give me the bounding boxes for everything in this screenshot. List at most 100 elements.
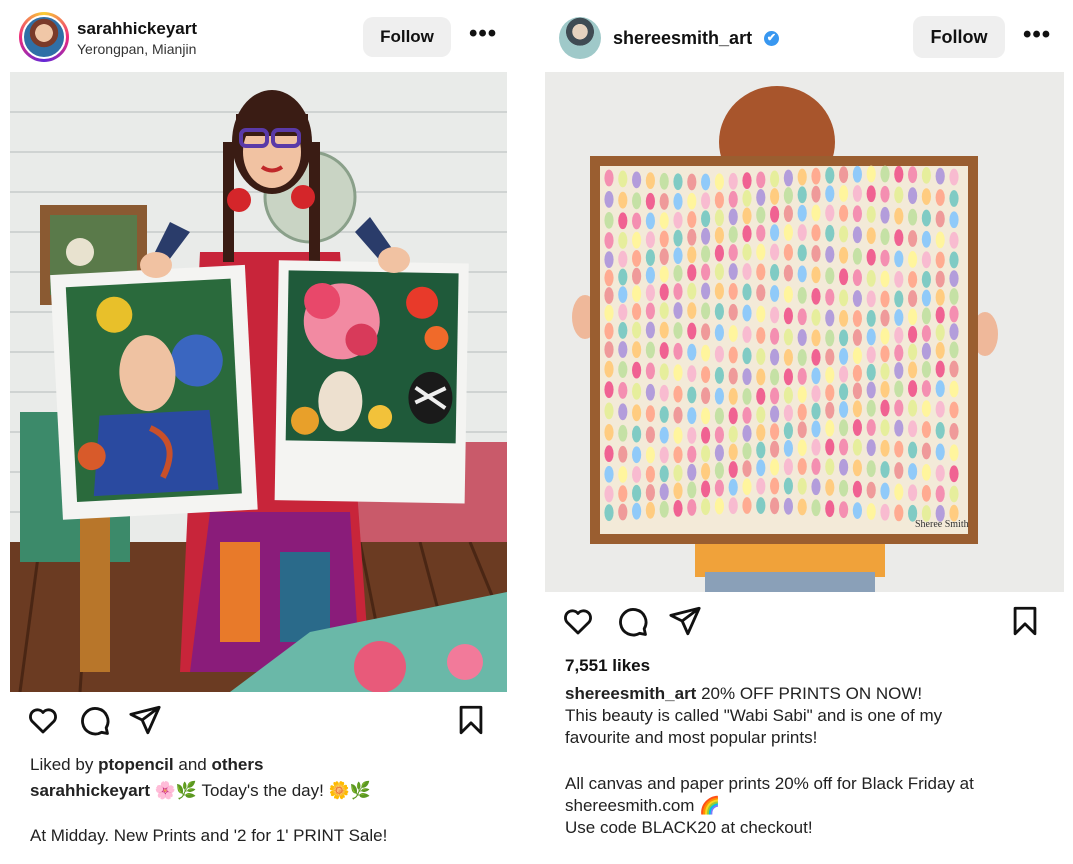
bookmark-icon[interactable] xyxy=(454,703,488,737)
paint-stroke xyxy=(852,502,862,520)
paint-stroke xyxy=(632,321,642,339)
paint-stroke xyxy=(742,207,752,225)
follow-button[interactable]: Follow xyxy=(363,17,451,57)
username[interactable]: shereesmith_art xyxy=(613,28,752,49)
like-heart-icon[interactable] xyxy=(26,703,60,737)
paint-stroke xyxy=(632,382,642,400)
paint-stroke xyxy=(714,324,724,342)
paint-stroke xyxy=(880,363,890,380)
paint-stroke xyxy=(618,485,628,503)
paint-stroke xyxy=(701,323,711,341)
paint-stroke xyxy=(839,401,849,418)
avatar[interactable] xyxy=(19,12,69,62)
paint-stroke xyxy=(687,386,697,404)
paint-stroke xyxy=(935,443,945,461)
paint-stroke xyxy=(604,287,614,304)
paint-stroke xyxy=(604,322,614,340)
paint-stroke xyxy=(673,247,683,265)
follow-button[interactable]: Follow xyxy=(913,16,1005,58)
paint-stroke xyxy=(908,326,918,343)
username[interactable]: sarahhickeyart xyxy=(77,19,197,39)
paint-stroke xyxy=(825,458,835,476)
paint-stroke xyxy=(742,478,752,496)
like-count[interactable]: 7,551 likes xyxy=(565,656,650,676)
paint-stroke xyxy=(673,264,683,282)
paint-stroke xyxy=(839,501,849,519)
paint-stroke xyxy=(604,304,614,322)
share-icon[interactable] xyxy=(128,703,162,737)
caption-username[interactable]: shereesmith_art xyxy=(565,684,696,703)
liked-by-others-link[interactable]: others xyxy=(211,755,263,774)
share-icon[interactable] xyxy=(668,604,702,638)
paint-stroke xyxy=(949,305,959,323)
paint-stroke xyxy=(728,226,738,243)
liked-by-prefix: Liked by xyxy=(30,755,94,774)
paint-stroke xyxy=(632,192,642,210)
paint-stroke xyxy=(728,190,738,208)
comment-icon[interactable] xyxy=(77,703,111,737)
caption: shereesmith_art 20% OFF PRINTS ON NOW! T… xyxy=(565,683,1045,839)
paint-stroke xyxy=(894,309,904,326)
paint-stroke xyxy=(894,462,904,479)
paint-stroke xyxy=(632,361,642,379)
paint-stroke xyxy=(880,165,890,183)
paint-stroke xyxy=(632,425,642,443)
post-photo[interactable] xyxy=(10,72,507,692)
more-options-icon[interactable]: ••• xyxy=(1023,23,1051,47)
paint-stroke xyxy=(839,458,849,476)
paint-stroke xyxy=(742,425,752,442)
paint-stroke xyxy=(894,290,904,308)
paint-stroke xyxy=(618,191,628,209)
more-options-icon[interactable]: ••• xyxy=(469,22,497,46)
paint-stroke xyxy=(811,287,821,305)
paint-stroke xyxy=(659,342,669,359)
paint-stroke xyxy=(852,400,862,418)
paint-stroke xyxy=(839,348,849,365)
paint-stroke xyxy=(880,270,890,288)
paint-stroke xyxy=(756,243,766,261)
paint-stroke xyxy=(866,185,876,203)
comment-icon[interactable] xyxy=(615,604,649,638)
paint-stroke xyxy=(880,461,890,478)
paint-stroke xyxy=(728,172,738,190)
paint-stroke xyxy=(783,497,793,515)
paint-stroke xyxy=(825,288,835,306)
paint-stroke xyxy=(645,192,655,210)
paint-stroke xyxy=(866,399,876,417)
caption-line-4: All canvas and paper prints 20% off for … xyxy=(565,774,974,793)
paint-stroke xyxy=(935,342,945,359)
location[interactable]: Yerongpan, Mianjin xyxy=(77,41,196,57)
paint-stroke xyxy=(797,204,807,222)
paint-stroke xyxy=(825,245,835,263)
paint-stroke xyxy=(645,212,655,230)
paint-stroke xyxy=(714,407,724,425)
paint-stroke xyxy=(770,327,780,345)
paint-stroke xyxy=(908,251,918,268)
paint-stroke xyxy=(770,497,780,515)
paint-stroke xyxy=(894,270,904,288)
paint-stroke xyxy=(866,206,876,223)
paint-stroke xyxy=(839,329,849,347)
bookmark-icon[interactable] xyxy=(1008,604,1042,638)
paint-stroke xyxy=(797,403,807,421)
avatar[interactable] xyxy=(559,17,601,59)
paint-stroke xyxy=(714,209,724,227)
paint-stroke xyxy=(811,309,821,326)
instagram-post-shereesmith-art: shereesmith_art ✔ Follow ••• Sheree Smit… xyxy=(545,0,1064,864)
post-photo[interactable]: Sheree Smith xyxy=(545,72,1064,592)
paint-stroke xyxy=(935,210,945,228)
caption-username[interactable]: sarahhickeyart xyxy=(30,781,150,800)
instagram-post-sarahhickeyart: sarahhickeyart Yerongpan, Mianjin Follow… xyxy=(10,0,507,864)
paint-stroke xyxy=(659,384,669,402)
paint-stroke xyxy=(756,224,766,242)
paint-stroke xyxy=(880,419,890,437)
paint-stroke xyxy=(825,438,835,456)
paint-stroke xyxy=(687,246,697,264)
caption-line-5[interactable]: shereesmith.com 🌈 xyxy=(565,795,1045,817)
liked-by-user-link[interactable]: ptopencil xyxy=(98,755,174,774)
paint-stroke xyxy=(852,247,862,265)
paint-stroke xyxy=(811,458,821,475)
like-heart-icon[interactable] xyxy=(561,604,595,638)
paint-stroke xyxy=(825,419,835,437)
paint-stroke xyxy=(770,440,780,458)
